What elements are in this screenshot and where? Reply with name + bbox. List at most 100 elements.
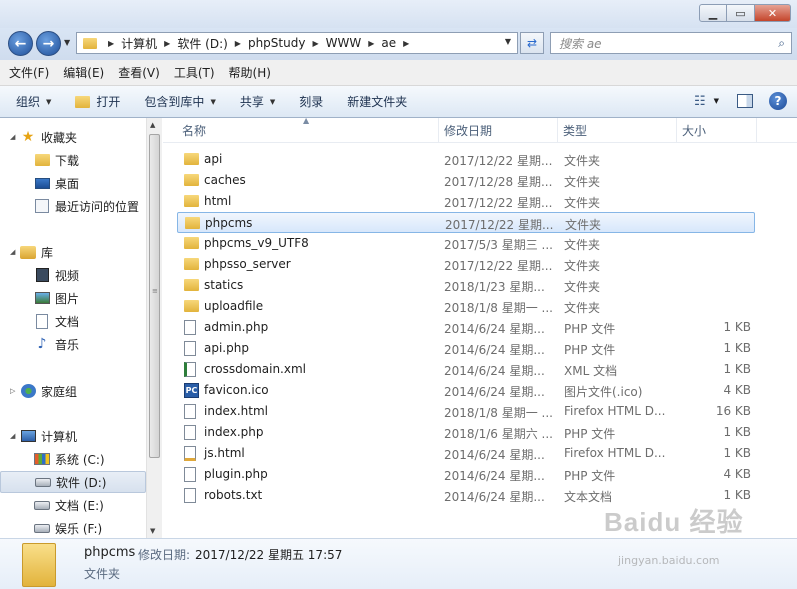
folder-icon [22,543,56,587]
nav-computer[interactable]: ◢ 计算机 [0,425,146,447]
watermark: Baidu 经验 jingyan.baidu.com [604,494,794,574]
organize-label: 组织 [16,95,41,109]
chevron-right-icon[interactable]: ▶ [235,39,241,48]
breadcrumb-phpstudy[interactable]: phpStudy [248,36,306,50]
caret-down-icon: ▼ [46,97,52,106]
close-button[interactable]: ✕ [755,4,791,22]
file-date: 2018/1/23 星期... [444,280,545,294]
file-row[interactable]: html 2017/12/22 星期... 文件夹 [177,191,755,212]
minimize-button[interactable]: ▁ [699,4,727,22]
burn-label: 刻录 [299,95,324,109]
desktop-icon [34,176,50,190]
column-size[interactable]: 大小 [677,118,757,143]
view-options-caret-icon[interactable]: ▼ [714,97,719,105]
file-row[interactable]: js.html 2014/6/24 星期... Firefox HTML D... 1… [177,443,755,464]
nav-label: 软件 (D:) [56,475,107,490]
collapse-icon[interactable]: ◢ [10,432,20,440]
file-row[interactable]: phpcms 2017/12/22 星期... 文件夹 [177,212,755,233]
scrollbar-thumb[interactable]: ≡ [149,134,160,458]
preview-pane-icon[interactable] [737,94,753,108]
forward-button[interactable]: → [36,31,61,56]
menu-file[interactable]: 文件(F) [9,64,49,81]
nav-drive-d[interactable]: 软件 (D:) [0,471,146,493]
file-row[interactable]: crossdomain.xml 2014/6/24 星期... XML 文档 1 KB [177,359,755,380]
column-type[interactable]: 类型 [558,118,677,143]
share-button[interactable]: 共享 ▼ [240,93,275,110]
collapse-icon[interactable]: ◢ [10,133,20,141]
details-date-label: 修改日期: [138,548,191,562]
library-icon [20,245,36,259]
nav-downloads[interactable]: 下载 [0,149,146,171]
menu-view[interactable]: 查看(V) [118,64,160,81]
search-icon[interactable]: ⌕ [778,36,785,51]
file-row[interactable]: api.php 2014/6/24 星期... PHP 文件 1 KB [177,338,755,359]
maximize-button[interactable]: ▭ [727,4,755,22]
breadcrumb-drive-d[interactable]: 软件 (D:) [177,35,227,52]
new-folder-button[interactable]: 新建文件夹 [347,93,407,110]
collapse-icon[interactable]: ◢ [10,248,20,256]
scroll-up-icon[interactable]: ▲ [150,121,155,129]
file-icon [184,404,196,419]
toolbar-right: ☷ ▼ ? [694,92,787,110]
chevron-right-icon[interactable]: ▶ [312,39,318,48]
organize-button[interactable]: 组织 ▼ [16,93,51,110]
nav-drive-e[interactable]: 文档 (E:) [0,494,146,516]
nav-videos[interactable]: 视频 [0,264,146,286]
help-icon[interactable]: ? [769,92,787,110]
chevron-right-icon[interactable]: ▶ [403,39,409,48]
file-row[interactable]: api 2017/12/22 星期... 文件夹 [177,149,755,170]
nav-desktop[interactable]: 桌面 [0,172,146,194]
folder-icon [184,237,199,249]
menu-edit[interactable]: 编辑(E) [63,64,104,81]
column-name[interactable]: 名称 [177,118,439,143]
address-history-dropdown[interactable]: ▼ [505,37,511,46]
burn-button[interactable]: 刻录 [299,93,323,110]
menu-help[interactable]: 帮助(H) [229,64,271,81]
recent-pages-dropdown[interactable]: ▼ [64,38,70,47]
chevron-right-icon[interactable]: ▶ [164,39,170,48]
file-name: uploadfile [204,299,264,313]
refresh-button[interactable]: ⇄ [520,32,544,54]
file-row[interactable]: PC favicon.ico 2014/6/24 星期... 图片文件(.ico) 4 … [177,380,755,401]
search-input[interactable]: 搜索 ae ⌕ [550,32,792,54]
nav-documents[interactable]: 文档 [0,310,146,332]
nav-drive-f[interactable]: 娱乐 (F:) [0,517,146,538]
nav-libraries[interactable]: ◢ 库 [0,241,146,263]
view-options-icon[interactable]: ☷ [694,94,706,109]
chevron-right-icon[interactable]: ▶ [108,39,114,48]
file-date: 2018/1/6 星期六 ... [444,427,553,441]
file-row[interactable]: index.php 2018/1/6 星期六 ... PHP 文件 1 KB [177,422,755,443]
nav-label: 库 [41,245,54,260]
nav-pictures[interactable]: 图片 [0,287,146,309]
file-row[interactable]: admin.php 2014/6/24 星期... PHP 文件 1 KB [177,317,755,338]
expand-icon[interactable]: ▷ [10,387,20,395]
open-button[interactable]: 打开 [75,93,120,110]
back-button[interactable]: ← [8,31,33,56]
file-row[interactable]: statics 2018/1/23 星期... 文件夹 [177,275,755,296]
nav-homegroup[interactable]: ▷ 家庭组 [0,380,146,402]
nav-favorites[interactable]: ◢ ★ 收藏夹 [0,126,146,148]
nav-recent-places[interactable]: 最近访问的位置 [0,195,146,217]
xml-icon [184,362,196,377]
file-icon [184,425,196,440]
file-row[interactable]: uploadfile 2018/1/8 星期一 ... 文件夹 [177,296,755,317]
file-row[interactable]: index.html 2018/1/8 星期一 ... Firefox HTML D… [177,401,755,422]
menu-tools[interactable]: 工具(T) [174,64,215,81]
address-bar[interactable]: ▶ 计算机 ▶ 软件 (D:) ▶ phpStudy ▶ WWW ▶ ae ▶ … [76,32,518,54]
nav-music[interactable]: ♪ 音乐 [0,333,146,355]
file-row[interactable]: plugin.php 2014/6/24 星期... PHP 文件 4 KB [177,464,755,485]
breadcrumb-ae[interactable]: ae [381,36,396,50]
navigation-scrollbar[interactable]: ▲ ≡ ▼ [146,118,162,538]
file-row[interactable]: phpcms_v9_UTF8 2017/5/3 星期三 ... 文件夹 [177,233,755,254]
file-row[interactable]: caches 2017/12/28 星期... 文件夹 [177,170,755,191]
file-size: 1 KB [723,425,751,439]
nav-drive-c[interactable]: 系统 (C:) [0,448,146,470]
chevron-right-icon[interactable]: ▶ [368,39,374,48]
include-in-library-button[interactable]: 包含到库中 ▼ [144,93,215,110]
include-library-label: 包含到库中 [144,95,205,109]
breadcrumb-computer[interactable]: 计算机 [121,35,157,52]
breadcrumb-www[interactable]: WWW [326,36,362,50]
file-row[interactable]: phpsso_server 2017/12/22 星期... 文件夹 [177,254,755,275]
column-date[interactable]: 修改日期 [439,118,558,143]
scroll-down-icon[interactable]: ▼ [150,527,155,535]
